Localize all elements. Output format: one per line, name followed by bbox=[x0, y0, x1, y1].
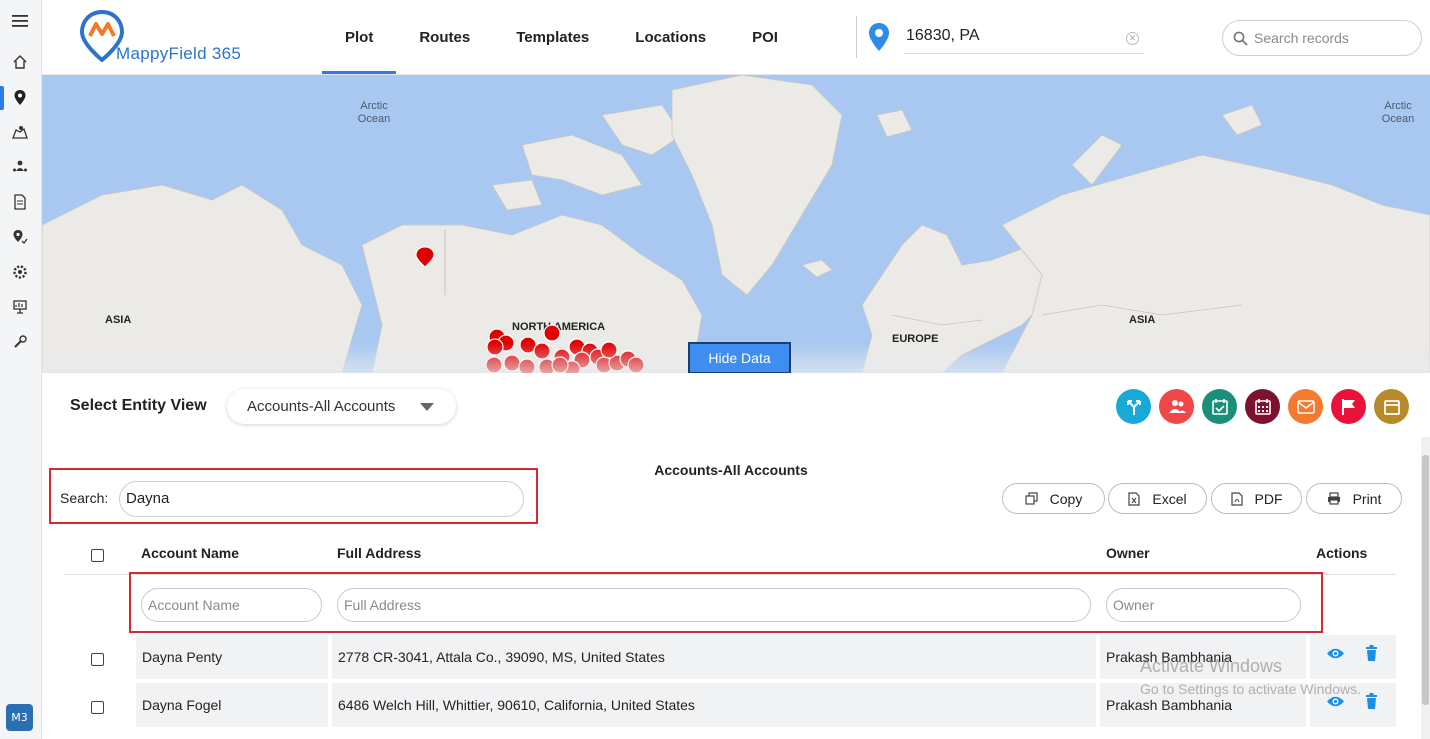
map-pin-icon[interactable] bbox=[9, 86, 31, 108]
excel-file-icon bbox=[1128, 491, 1140, 506]
email-button[interactable] bbox=[1288, 389, 1323, 424]
windows-watermark-subtitle: Go to Settings to activate Windows. bbox=[1140, 681, 1361, 697]
filter-account-name-placeholder: Account Name bbox=[148, 597, 240, 613]
search-records-input[interactable]: Search records bbox=[1222, 20, 1422, 56]
tab-plot[interactable]: Plot bbox=[322, 0, 397, 75]
map-view[interactable]: Arctic Ocean Arctic Ocean ASIA NORTH AME… bbox=[42, 75, 1430, 373]
filter-owner-placeholder: Owner bbox=[1113, 597, 1155, 613]
col-actions: Actions bbox=[1316, 545, 1368, 561]
schedule-button[interactable] bbox=[1245, 389, 1280, 424]
delete-trash-icon[interactable] bbox=[1365, 693, 1378, 709]
col-owner[interactable]: Owner bbox=[1106, 545, 1150, 561]
filter-full-address[interactable]: Full Address bbox=[337, 588, 1091, 622]
tab-poi[interactable]: POI bbox=[729, 0, 801, 75]
main-nav: Plot Routes Templates Locations POI bbox=[322, 0, 801, 75]
cell-account-name[interactable]: Dayna Fogel bbox=[136, 683, 328, 727]
calendar-icon bbox=[1254, 398, 1271, 415]
location-pin-icon bbox=[868, 22, 890, 56]
marker-alaska[interactable] bbox=[415, 246, 435, 268]
route-split-icon bbox=[1126, 399, 1141, 415]
menu-icon[interactable] bbox=[9, 10, 31, 32]
row-checkbox[interactable] bbox=[91, 701, 104, 714]
calendar-blank-icon bbox=[1383, 399, 1400, 415]
assign-users-button[interactable] bbox=[1159, 389, 1194, 424]
excel-label: Excel bbox=[1152, 490, 1187, 507]
row-actions bbox=[1326, 645, 1378, 661]
dashboard-icon[interactable] bbox=[9, 296, 31, 318]
delete-trash-icon[interactable] bbox=[1365, 645, 1378, 661]
location-check-icon[interactable] bbox=[9, 226, 31, 248]
view-eye-icon[interactable] bbox=[1326, 647, 1345, 660]
left-rail: M3 bbox=[0, 0, 42, 739]
filter-full-address-placeholder: Full Address bbox=[344, 597, 422, 613]
tab-locations[interactable]: Locations bbox=[612, 0, 729, 75]
entity-view-label: Select Entity View bbox=[70, 397, 207, 414]
pdf-label: PDF bbox=[1254, 490, 1283, 507]
settings-icon[interactable] bbox=[9, 261, 31, 283]
print-label: Print bbox=[1352, 490, 1382, 507]
cell-full-address: 2778 CR-3041, Attala Co., 39090, MS, Uni… bbox=[332, 635, 1096, 679]
checkin-button[interactable] bbox=[1202, 389, 1237, 424]
search-records-placeholder: Search records bbox=[1254, 30, 1349, 46]
entity-view-select[interactable]: Accounts-All Accounts bbox=[227, 389, 456, 424]
cell-full-address: 6486 Welch Hill, Whittier, 90610, Califo… bbox=[332, 683, 1096, 727]
tools-icon[interactable] bbox=[9, 331, 31, 353]
route-split-button[interactable] bbox=[1116, 389, 1151, 424]
top-bar: MappyField 365 Plot Routes Templates Loc… bbox=[42, 0, 1430, 75]
page-scrollbar[interactable] bbox=[1421, 437, 1430, 739]
map-markers bbox=[415, 246, 645, 373]
search-label: Search: bbox=[60, 490, 109, 506]
pdf-button[interactable]: PDF bbox=[1211, 483, 1302, 514]
calendar-view-button[interactable] bbox=[1374, 389, 1409, 424]
col-account-name[interactable]: Account Name bbox=[141, 545, 239, 561]
divider bbox=[856, 16, 857, 58]
flag-button[interactable] bbox=[1331, 389, 1366, 424]
active-indicator bbox=[0, 86, 4, 110]
document-icon[interactable] bbox=[9, 191, 31, 213]
clear-location-icon[interactable]: ✕ bbox=[1126, 32, 1139, 45]
filter-owner[interactable]: Owner bbox=[1106, 588, 1301, 622]
pdf-file-icon bbox=[1230, 491, 1243, 506]
table-title: Accounts-All Accounts bbox=[654, 462, 808, 478]
printer-icon bbox=[1327, 492, 1340, 505]
filter-account-name[interactable]: Account Name bbox=[141, 588, 322, 622]
map-route-icon[interactable] bbox=[9, 121, 31, 143]
scrollbar-thumb[interactable] bbox=[1422, 455, 1429, 705]
tab-routes[interactable]: Routes bbox=[396, 0, 493, 75]
flag-icon bbox=[1341, 398, 1355, 415]
select-all-checkbox[interactable] bbox=[91, 549, 104, 562]
chevron-down-icon bbox=[420, 403, 434, 411]
copy-button[interactable]: Copy bbox=[1002, 483, 1105, 514]
copy-icon bbox=[1025, 492, 1038, 505]
calendar-check-icon bbox=[1211, 398, 1228, 415]
location-input[interactable]: 16830, PA bbox=[904, 22, 1144, 54]
brand-name: MappyField 365 bbox=[116, 44, 242, 63]
users-icon bbox=[1168, 399, 1186, 413]
tab-templates[interactable]: Templates bbox=[493, 0, 612, 75]
team-icon[interactable] bbox=[9, 156, 31, 178]
row-checkbox[interactable] bbox=[91, 653, 104, 666]
windows-watermark-title: Activate Windows bbox=[1140, 656, 1283, 676]
col-full-address[interactable]: Full Address bbox=[337, 545, 421, 561]
excel-button[interactable]: Excel bbox=[1108, 483, 1207, 514]
hide-data-button[interactable]: Hide Data bbox=[688, 342, 791, 373]
print-button[interactable]: Print bbox=[1306, 483, 1402, 514]
search-icon bbox=[1233, 31, 1248, 46]
table-search-input[interactable]: Dayna bbox=[119, 481, 524, 517]
mail-icon bbox=[1296, 399, 1315, 414]
copy-label: Copy bbox=[1049, 490, 1083, 507]
cell-account-name[interactable]: Dayna Penty bbox=[136, 635, 328, 679]
home-icon[interactable] bbox=[9, 51, 31, 73]
user-avatar[interactable]: M3 bbox=[6, 704, 33, 731]
entity-view-value: Accounts-All Accounts bbox=[247, 398, 396, 415]
